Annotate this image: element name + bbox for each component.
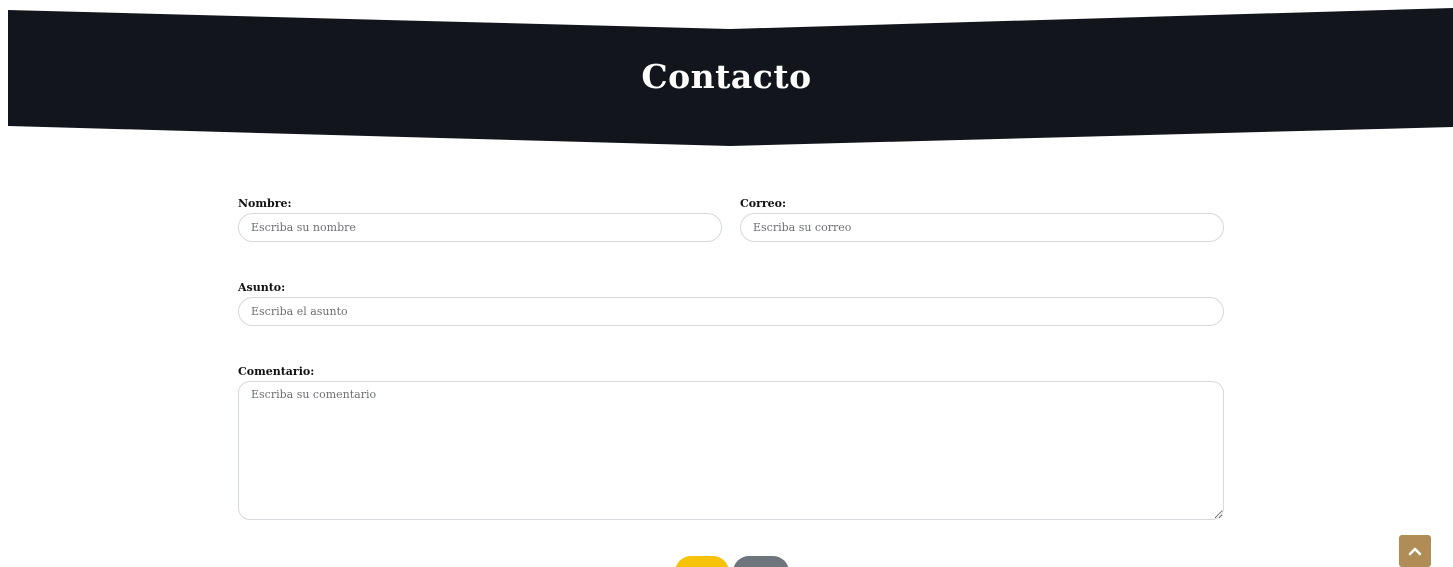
clear-button[interactable]: Borrar — [733, 556, 789, 567]
send-button[interactable]: Enviar — [675, 556, 729, 567]
correo-field-group: Correo: — [740, 196, 1224, 242]
asunto-input[interactable] — [238, 297, 1224, 326]
chevron-up-icon — [1408, 547, 1422, 556]
comentario-textarea[interactable] — [238, 381, 1224, 520]
correo-input[interactable] — [740, 213, 1224, 242]
comentario-label: Comentario: — [238, 365, 315, 378]
asunto-label: Asunto: — [238, 281, 286, 294]
comentario-field-group: Comentario: — [238, 364, 1224, 520]
asunto-field-group: Asunto: — [238, 280, 1224, 326]
nombre-label: Nombre: — [238, 197, 292, 210]
scroll-to-top-button[interactable] — [1399, 535, 1431, 567]
correo-label: Correo: — [740, 197, 787, 210]
page-title: Contacto — [641, 57, 812, 96]
header-banner: Contacto — [0, 0, 1453, 150]
contact-page: Contacto Nombre: Correo: Asunto: Comenta… — [0, 0, 1453, 567]
nombre-input[interactable] — [238, 213, 722, 242]
nombre-field-group: Nombre: — [238, 196, 722, 242]
